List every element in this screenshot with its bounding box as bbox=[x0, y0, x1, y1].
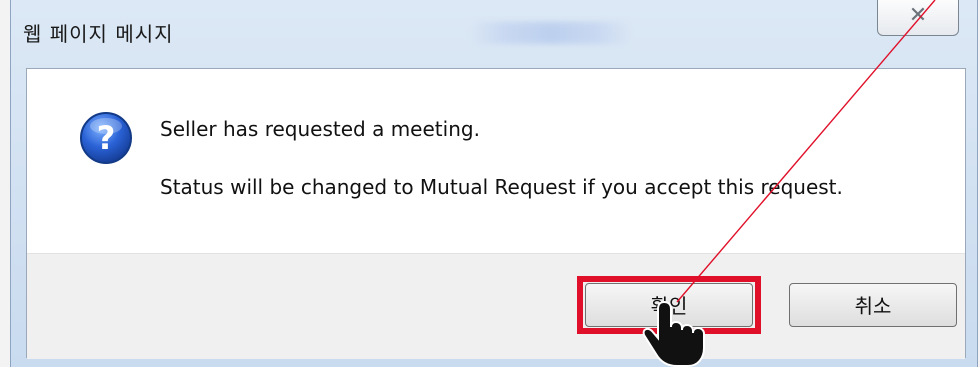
message-text-line-1: Seller has requested a meeting. bbox=[160, 117, 480, 141]
dialog-content: ? Seller has requested a meeting. Status… bbox=[26, 68, 966, 359]
hand-pointer-icon bbox=[642, 300, 705, 367]
dialog-titlebar[interactable]: 웹 페이지 메시지 bbox=[11, 0, 977, 68]
close-button[interactable]: ✕ bbox=[877, 0, 959, 36]
svg-text:?: ? bbox=[97, 119, 116, 157]
message-text-line-2: Status will be changed to Mutual Request… bbox=[160, 175, 843, 199]
blurred-title-text bbox=[471, 22, 631, 44]
close-icon: ✕ bbox=[908, 3, 928, 28]
web-page-message-dialog: 웹 페이지 메시지 ✕ ? Seller has requested a mee… bbox=[10, 0, 978, 367]
cancel-button[interactable]: 취소 bbox=[789, 283, 957, 327]
dialog-button-area: 확인 취소 bbox=[27, 253, 965, 359]
dialog-title: 웹 페이지 메시지 bbox=[23, 22, 174, 46]
question-icon: ? bbox=[80, 112, 132, 164]
